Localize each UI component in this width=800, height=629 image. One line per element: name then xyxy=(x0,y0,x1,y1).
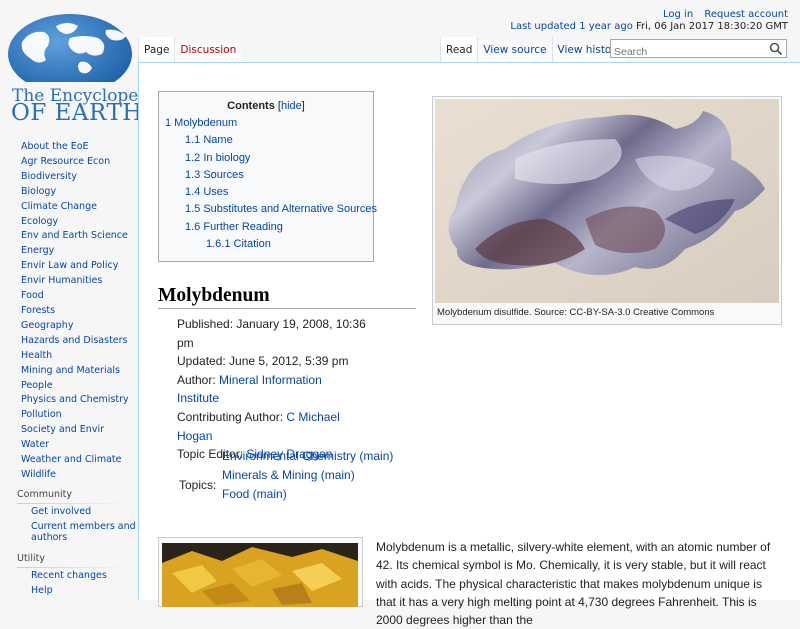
toc-list: 1 Molybdenum 1.1 Name 1.2 In biology 1.3… xyxy=(159,115,377,253)
sidebar-item[interactable]: Biology xyxy=(0,185,138,200)
logo-line2: OF EARTH xyxy=(11,100,143,126)
last-updated-date: Fri, 06 Jan 2017 18:30:20 GMT xyxy=(636,21,788,32)
community-item[interactable]: Current members and authors xyxy=(0,521,138,547)
tab-discussion-label: Discussion xyxy=(180,44,237,56)
sidebar-item[interactable]: Forests xyxy=(0,304,138,319)
contrib-label: Contributing Author: xyxy=(177,409,284,424)
tab-view-source[interactable]: View source xyxy=(477,37,552,62)
globe-icon xyxy=(8,14,132,82)
search-icon[interactable] xyxy=(769,42,783,56)
last-updated: Last updated 1 year ago Fri, 06 Jan 2017… xyxy=(510,21,788,33)
last-updated-link[interactable]: Last updated 1 year ago xyxy=(510,21,632,32)
site-logo[interactable]: The Encyclopedia OF EARTH xyxy=(6,12,165,126)
community-list: Get involved Current members and authors xyxy=(0,506,138,547)
updated-date: Updated: June 5, 2012, 5:39 pm xyxy=(177,354,349,369)
content-area: Contents [hide] 1 Molybdenum 1.1 Name 1.… xyxy=(138,62,800,627)
topic-link[interactable]: Minerals & Mining (main) xyxy=(222,466,393,485)
article-body: Molybdenum is a metallic, silvery-white … xyxy=(376,540,771,628)
toc-item[interactable]: 1.6 Further Reading xyxy=(159,219,373,236)
view-tabs: Read View source View history xyxy=(440,37,627,62)
sidebar-item[interactable]: Physics and Chemistry xyxy=(0,393,138,408)
figure-molybdenum-disulfide: Molybdenum disulfide. Source: CC-BY-SA-3… xyxy=(432,96,782,325)
sidebar-item[interactable]: About the EoE xyxy=(0,140,138,155)
sidebar-item[interactable]: People xyxy=(0,379,138,394)
search-input[interactable] xyxy=(611,43,761,61)
sidebar-item[interactable]: Agr Resource Econ xyxy=(0,155,138,170)
published-date: Published: January 19, 2008, 10:36 pm xyxy=(177,317,366,350)
topic-link[interactable]: Food (main) xyxy=(222,485,393,504)
sidebar-nav: About the EoE Agr Resource Econ Biodiver… xyxy=(0,140,138,483)
topic-link[interactable]: Environmental Chemistry (main) xyxy=(222,447,393,466)
sidebar-item[interactable]: Climate Change xyxy=(0,200,138,215)
utility-item[interactable]: Help xyxy=(0,585,138,600)
sidebar-item[interactable]: Biodiversity xyxy=(0,170,138,185)
topics-label: Topics: xyxy=(179,478,217,492)
toc-item[interactable]: 1.6.1 Citation xyxy=(159,236,373,253)
figure-caption: Molybdenum disulfide. Source: CC-BY-SA-3… xyxy=(437,307,715,318)
login-link[interactable]: Log in xyxy=(663,9,693,20)
sidebar-item[interactable]: Envir Humanities xyxy=(0,274,138,289)
author-label: Author: xyxy=(177,372,216,387)
sidebar-item[interactable]: Env and Earth Science xyxy=(0,229,138,244)
tab-discussion[interactable]: Discussion xyxy=(174,37,242,62)
page-title: Molybdenum xyxy=(158,285,416,309)
sidebar-item[interactable]: Pollution xyxy=(0,408,138,423)
toc-title: Contents [hide] xyxy=(227,100,305,112)
sidebar-item[interactable]: Energy xyxy=(0,244,138,259)
sidebar-item[interactable]: Wildlife xyxy=(0,468,138,483)
utility-divider xyxy=(17,566,128,568)
personal-tools: Log in Request account Last updated 1 ye… xyxy=(510,9,788,33)
toc-item[interactable]: 1.4 Uses xyxy=(159,184,373,201)
table-of-contents: Contents [hide] 1 Molybdenum 1.1 Name 1.… xyxy=(158,91,377,262)
search-box xyxy=(610,39,787,61)
sidebar-item[interactable]: Ecology xyxy=(0,215,138,230)
sidebar: About the EoE Agr Resource Econ Biodiver… xyxy=(0,140,138,600)
namespace-tabs: Page Discussion xyxy=(138,37,242,62)
community-heading: Community xyxy=(17,488,72,500)
molybdenite-photo[interactable] xyxy=(435,99,779,303)
contributing-author-line: Contributing Author: C Michael Hogan xyxy=(177,408,367,445)
utility-item[interactable]: Recent changes xyxy=(0,570,138,585)
sidebar-item[interactable]: Weather and Climate xyxy=(0,453,138,468)
sidebar-item[interactable]: Hazards and Disasters xyxy=(0,334,138,349)
tab-page[interactable]: Page xyxy=(138,37,175,62)
community-divider xyxy=(17,502,128,504)
sidebar-item[interactable]: Society and Envir xyxy=(0,423,138,438)
toc-item[interactable]: 1.2 In biology xyxy=(159,150,373,167)
sidebar-item[interactable]: Geography xyxy=(0,319,138,334)
article-meta: Published: January 19, 2008, 10:36 pm Up… xyxy=(177,315,367,464)
toc-item[interactable]: 1.5 Substitutes and Alternative Sources xyxy=(159,201,377,218)
sidebar-item[interactable]: Mining and Materials xyxy=(0,364,138,379)
author-line: Author: Mineral Information Institute xyxy=(177,371,367,408)
toc-item[interactable]: 1.3 Sources xyxy=(159,167,373,184)
topics-list: Environmental Chemistry (main) Minerals … xyxy=(222,447,393,504)
sidebar-item[interactable]: Health xyxy=(0,349,138,364)
sidebar-item[interactable]: Envir Law and Policy xyxy=(0,259,138,274)
toc-item[interactable]: 1.1 Name xyxy=(159,132,373,149)
sidebar-item[interactable]: Food xyxy=(0,289,138,304)
utility-heading: Utility xyxy=(17,552,45,564)
figure-wulfenite xyxy=(158,537,363,607)
sidebar-item[interactable]: Water xyxy=(0,438,138,453)
tab-read[interactable]: Read xyxy=(440,37,478,62)
utility-list: Recent changes Help xyxy=(0,570,138,600)
request-account-link[interactable]: Request account xyxy=(704,9,788,20)
toc-heading: Contents xyxy=(227,100,275,112)
toc-item[interactable]: 1 Molybdenum xyxy=(159,115,373,132)
toc-hide-link[interactable]: hide xyxy=(281,100,302,112)
mineral-crystal-photo[interactable] xyxy=(162,543,358,607)
community-item[interactable]: Get involved xyxy=(0,506,138,521)
